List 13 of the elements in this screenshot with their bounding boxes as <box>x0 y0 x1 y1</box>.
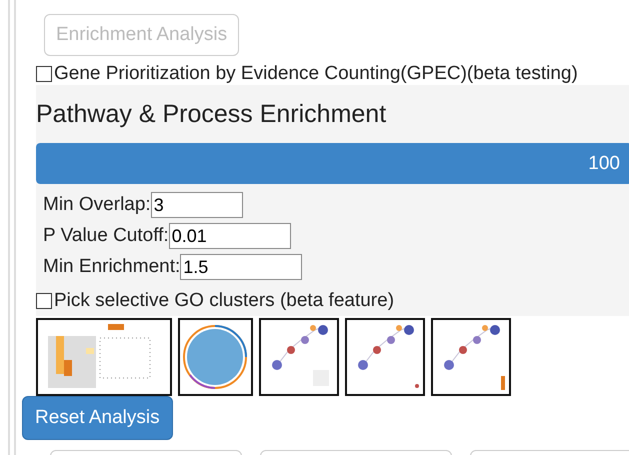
input-field[interactable]: 3 <box>150 192 243 218</box>
field-label: Min Overlap: <box>43 194 151 216</box>
checkbox-label: Pick selective GO clusters (beta feature) <box>54 290 394 312</box>
input-field[interactable]: 1.5 <box>180 254 302 280</box>
panel-title: Pathway & Process Enrichment <box>36 99 388 130</box>
checkbox[interactable] <box>36 293 52 309</box>
checkbox[interactable] <box>36 66 52 82</box>
reset-analysis-button[interactable]: Reset Analysis <box>22 396 173 440</box>
field-label: Min Enrichment: <box>43 256 180 278</box>
checkbox-label: Gene Prioritization by Evidence Counting(GPEC)(beta testing) <box>54 63 578 85</box>
progress-reading: 100 <box>588 152 620 174</box>
field-label: P Value Cutoff: <box>43 225 169 247</box>
input-field[interactable]: 0.01 <box>168 223 291 249</box>
